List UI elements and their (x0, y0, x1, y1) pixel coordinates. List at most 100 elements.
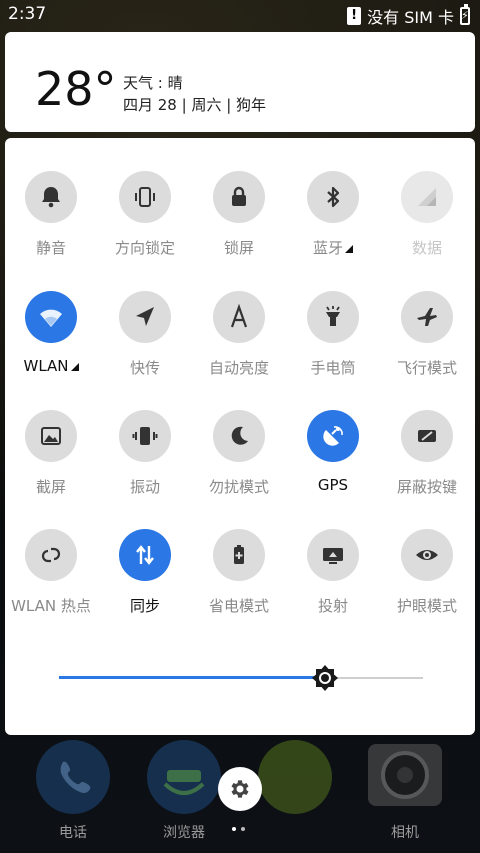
tile-label-text: 静音 (35, 239, 66, 257)
tile-screenshot[interactable]: 截屏 (4, 410, 98, 497)
tile-rotation-lock[interactable]: 方向锁定 (98, 171, 192, 258)
sync-icon (119, 529, 171, 581)
tile-auto-brightness[interactable]: 自动亮度 (192, 291, 286, 378)
phone-icon[interactable] (36, 740, 110, 814)
battery-charging-icon: ⚡ (460, 4, 470, 25)
status-time: 2:37 (8, 4, 47, 24)
rotation-lock-icon (119, 171, 171, 223)
tile-label: 快传 (98, 357, 192, 378)
tile-bluetooth[interactable]: 蓝牙 (286, 171, 380, 258)
tile-lock[interactable]: 锁屏 (192, 171, 286, 258)
tile-label: 自动亮度 (192, 357, 286, 378)
page-indicator (232, 827, 245, 831)
tile-label: 数据 (380, 237, 474, 258)
tile-bell[interactable]: 静音 (4, 171, 98, 258)
tile-label-text: 蓝牙 (312, 239, 343, 257)
tile-moon[interactable]: 勿扰模式 (192, 410, 286, 497)
tile-label: 护眼模式 (380, 595, 474, 616)
tile-label: 飞行模式 (380, 357, 474, 378)
tile-flashlight[interactable]: 手电筒 (286, 291, 380, 378)
signal-icon (401, 171, 453, 223)
tile-wifi[interactable]: WLAN (4, 291, 98, 375)
tile-label-text: 飞行模式 (396, 359, 457, 377)
weather-condition: 天气 : 晴 (123, 74, 183, 92)
tile-label: 方向锁定 (98, 237, 192, 258)
sim-status-text: 没有 SIM 卡 (367, 8, 454, 27)
eye-icon (401, 529, 453, 581)
lock-icon (213, 171, 265, 223)
expand-corner-icon[interactable] (69, 357, 79, 375)
tile-airplane[interactable]: 飞行模式 (380, 291, 474, 378)
brightness-track-fill (59, 676, 325, 679)
camera-icon[interactable] (368, 744, 442, 806)
settings-button[interactable] (218, 767, 262, 811)
moon-icon (213, 410, 265, 462)
quick-settings-panel: 静音 方向锁定 锁屏 蓝牙 数据 WLAN 快传 自动亮度 手电筒 飞行模式截屏 振动 勿扰模式 GPS… (5, 138, 475, 735)
dock-label-phone: 电话 (59, 825, 87, 841)
tile-label: 勿扰模式 (192, 476, 286, 497)
battery-saver-icon (213, 529, 265, 581)
messages-icon[interactable] (258, 740, 332, 814)
gear-icon (231, 780, 249, 798)
auto-brightness-icon (213, 291, 265, 343)
tile-label-text: 屏蔽按键 (396, 478, 457, 496)
page-dot (241, 827, 245, 831)
bell-icon (25, 171, 77, 223)
expand-corner-icon[interactable] (343, 239, 353, 257)
tile-sync[interactable]: 同步 (98, 529, 192, 616)
tile-eye[interactable]: 护眼模式 (380, 529, 474, 616)
tile-label: 同步 (98, 595, 192, 616)
tile-send[interactable]: 快传 (98, 291, 192, 378)
tile-label-text: GPS (317, 476, 349, 494)
tile-label-text: 勿扰模式 (208, 478, 269, 496)
tile-label-text: 数据 (411, 239, 442, 257)
cast-icon (307, 529, 359, 581)
tile-label-text: 快传 (129, 359, 160, 377)
tile-cast[interactable]: 投射 (286, 529, 380, 616)
dock-label-browser: 浏览器 (163, 825, 205, 841)
tile-label-text: WLAN (23, 357, 69, 375)
tile-label: 锁屏 (192, 237, 286, 258)
brightness-icon[interactable] (311, 664, 339, 692)
tile-label: 屏蔽按键 (380, 476, 474, 497)
tile-label-text: 省电模式 (208, 597, 269, 615)
tile-label-text: 方向锁定 (114, 239, 175, 257)
tile-label-text: 截屏 (35, 478, 66, 496)
flashlight-icon (307, 291, 359, 343)
tile-label: 截屏 (4, 476, 98, 497)
hotspot-icon (25, 529, 77, 581)
tile-label-text: 手电筒 (310, 359, 356, 377)
tile-label: GPS (286, 476, 380, 494)
wifi-icon (25, 291, 77, 343)
tile-label: WLAN 热点 (4, 595, 98, 616)
tile-vibrate[interactable]: 振动 (98, 410, 192, 497)
status-bar: 2:37 ! 没有 SIM 卡 ⚡ (0, 0, 480, 30)
brightness-slider[interactable] (59, 664, 423, 692)
tile-label-text: 投射 (317, 597, 348, 615)
tile-label: 静音 (4, 237, 98, 258)
tile-label: 振动 (98, 476, 192, 497)
tile-hotspot[interactable]: WLAN 热点 (4, 529, 98, 616)
tile-label: 手电筒 (286, 357, 380, 378)
browser-icon[interactable] (147, 740, 221, 814)
bluetooth-icon (307, 171, 359, 223)
page-dot-current (232, 827, 236, 831)
tile-label: 省电模式 (192, 595, 286, 616)
tile-battery-saver[interactable]: 省电模式 (192, 529, 286, 616)
weather-temperature: 28° (35, 62, 117, 116)
tile-label: 投射 (286, 595, 380, 616)
airplane-icon (401, 291, 453, 343)
tile-label-text: 护眼模式 (396, 597, 457, 615)
tile-block-keys[interactable]: 屏蔽按键 (380, 410, 474, 497)
tile-gps[interactable]: GPS (286, 410, 380, 494)
vibrate-icon (119, 410, 171, 462)
tile-label-text: 锁屏 (223, 239, 254, 257)
status-right: ! 没有 SIM 卡 ⚡ (347, 4, 470, 28)
sim-alert-icon: ! (347, 7, 362, 25)
tile-signal[interactable]: 数据 (380, 171, 474, 258)
tile-label-text: 振动 (129, 478, 160, 496)
gps-icon (307, 410, 359, 462)
weather-card[interactable]: 28° 天气 : 晴 四月 28 | 周六 | 狗年 (5, 32, 475, 132)
tile-label-text: 同步 (129, 597, 160, 615)
screenshot-icon (25, 410, 77, 462)
